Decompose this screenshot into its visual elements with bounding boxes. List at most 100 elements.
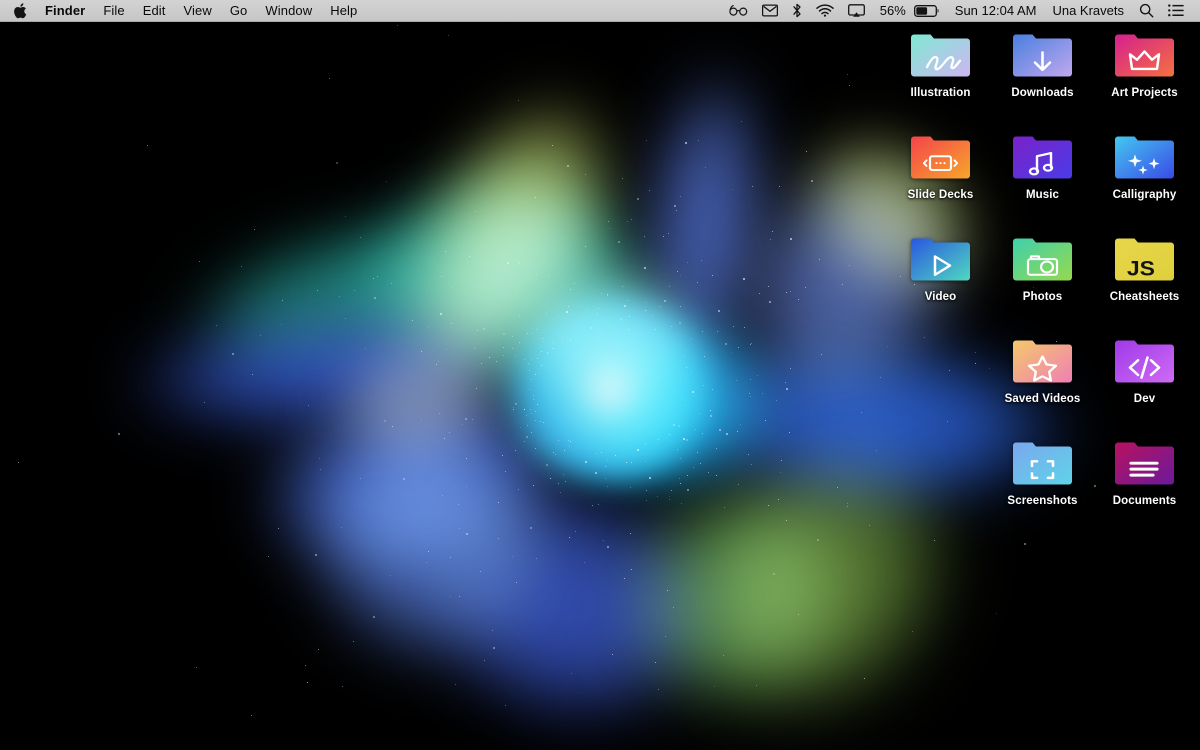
desktop-icon-downloads[interactable]: Downloads xyxy=(992,28,1093,100)
wallpaper-speckle xyxy=(527,425,528,426)
wallpaper-speckle xyxy=(531,413,532,414)
wallpaper-speckle xyxy=(601,293,602,294)
wallpaper-speckle xyxy=(546,235,547,236)
wallpaper-speckle xyxy=(743,278,745,280)
wallpaper-speckle xyxy=(786,520,787,521)
desktop-icon-label: Dev xyxy=(1131,393,1158,406)
desktop-icon-calligraphy[interactable]: Calligraphy xyxy=(1094,130,1195,202)
wallpaper-speckle xyxy=(585,174,586,175)
wallpaper-speckle xyxy=(569,446,570,447)
menu-bar-clock[interactable]: Sun 12:04 AM xyxy=(947,3,1045,18)
desktop-icon-dev[interactable]: Dev xyxy=(1094,334,1195,406)
wallpaper-speckle xyxy=(567,165,569,167)
wallpaper-speckle xyxy=(769,301,771,303)
wallpaper-speckle xyxy=(345,216,346,217)
wallpaper-speckle xyxy=(750,344,751,345)
desktop-icon-music[interactable]: Music xyxy=(992,130,1093,202)
folder-icon-play xyxy=(909,232,972,284)
wallpaper-speckle xyxy=(118,433,120,435)
wallpaper-speckle xyxy=(469,256,470,257)
wallpaper-speckle xyxy=(241,266,242,267)
wallpaper-speckle xyxy=(702,331,703,332)
wallpaper-speckle xyxy=(436,364,437,365)
wallpaper-speckle xyxy=(698,140,699,141)
wallpaper-speckle xyxy=(536,558,537,559)
desktop-icon-documents[interactable]: Documents xyxy=(1094,436,1195,508)
wallpaper-speckle xyxy=(524,359,525,360)
wallpaper-speckle xyxy=(786,388,788,390)
desktop-icon-photos[interactable]: Photos xyxy=(992,232,1093,304)
wallpaper-speckle xyxy=(518,100,519,101)
mail-envelope-icon[interactable] xyxy=(755,0,785,21)
menu-item-finder[interactable]: Finder xyxy=(38,0,94,21)
wallpaper-speckle xyxy=(716,448,717,449)
wallpaper-speckle xyxy=(505,471,506,472)
airplay-icon[interactable] xyxy=(841,0,872,21)
search-icon[interactable] xyxy=(1132,0,1161,21)
wallpaper-speckle xyxy=(397,25,398,26)
folder-icon-music-note xyxy=(1011,130,1074,182)
user-name-label[interactable]: Una Kravets xyxy=(1044,3,1132,18)
wallpaper-speckle xyxy=(558,483,559,484)
menu-item-edit[interactable]: Edit xyxy=(134,0,175,21)
wallpaper-speckle xyxy=(680,458,681,459)
wallpaper-speckle xyxy=(681,503,682,504)
battery-icon[interactable] xyxy=(914,0,947,21)
wallpaper-speckle xyxy=(847,74,848,75)
menu-item-go[interactable]: Go xyxy=(221,0,257,21)
battery-percent-label: 56% xyxy=(872,3,914,18)
wifi-icon[interactable] xyxy=(809,0,841,21)
wallpaper-speckle xyxy=(628,329,629,330)
wallpaper-speckle xyxy=(849,85,850,86)
menu-item-help[interactable]: Help xyxy=(321,0,366,21)
wallpaper-speckle xyxy=(811,180,813,182)
desktop-icon-saved-videos[interactable]: Saved Videos xyxy=(992,334,1093,406)
desktop-icon-label: Slide Decks xyxy=(905,189,977,202)
wallpaper-speckle xyxy=(790,368,791,369)
wallpaper-speckle xyxy=(574,283,575,284)
wallpaper-speckle xyxy=(18,462,19,463)
wallpaper-speckle xyxy=(631,569,632,570)
wallpaper-speckle xyxy=(403,478,405,480)
folder-icon-slides xyxy=(909,130,972,182)
desktop-icon-art-projects[interactable]: Art Projects xyxy=(1094,28,1195,100)
wallpaper-speckle xyxy=(477,330,478,331)
desktop-icon-slide-decks[interactable]: Slide Decks xyxy=(890,130,991,202)
wallpaper-speckle xyxy=(607,460,608,461)
vpn-glasses-icon[interactable] xyxy=(722,0,755,21)
desktop-icon-grid: IllustrationDownloadsArt Projects Slide D… xyxy=(890,28,1200,508)
desktop-icon-illustration[interactable]: Illustration xyxy=(890,28,991,100)
wallpaper-speckle xyxy=(353,641,354,642)
wallpaper-speckle xyxy=(503,347,504,348)
wallpaper-speckle xyxy=(518,489,519,490)
wallpaper-speckle xyxy=(512,336,513,337)
folder-icon-squiggle xyxy=(909,28,972,80)
desktop-icon-cheatsheets[interactable]: JSCheatsheets xyxy=(1094,232,1195,304)
wallpaper-speckle xyxy=(685,405,686,406)
menu-item-window[interactable]: Window xyxy=(256,0,321,21)
wallpaper-speckle xyxy=(196,667,197,668)
bluetooth-icon[interactable] xyxy=(785,0,809,21)
wallpaper-speckle xyxy=(687,475,688,476)
wallpaper-speckle xyxy=(317,290,318,291)
wallpaper-speckle xyxy=(503,333,505,335)
menu-item-view[interactable]: View xyxy=(175,0,221,21)
desktop-icon-video[interactable]: Video xyxy=(890,232,991,304)
wallpaper-speckle xyxy=(699,413,700,414)
wallpaper-speckle xyxy=(515,403,517,405)
wallpaper-speckle xyxy=(531,359,532,360)
wallpaper-speckle xyxy=(483,328,485,330)
wallpaper-speckle xyxy=(703,385,704,386)
wallpaper-speckle xyxy=(537,329,538,330)
wallpaper-speckle xyxy=(426,562,427,563)
wallpaper-speckle xyxy=(451,323,452,324)
folder-icon-crop xyxy=(1011,436,1074,488)
desktop-icon-screenshots[interactable]: Screenshots xyxy=(992,436,1093,508)
wallpaper-speckle xyxy=(307,682,308,683)
wallpaper-speckle xyxy=(354,290,355,291)
apple-logo-icon[interactable] xyxy=(9,0,38,21)
list-icon[interactable] xyxy=(1161,0,1191,21)
wallpaper-speckle xyxy=(631,462,632,463)
wallpaper-speckle xyxy=(887,346,888,347)
menu-item-file[interactable]: File xyxy=(94,0,133,21)
